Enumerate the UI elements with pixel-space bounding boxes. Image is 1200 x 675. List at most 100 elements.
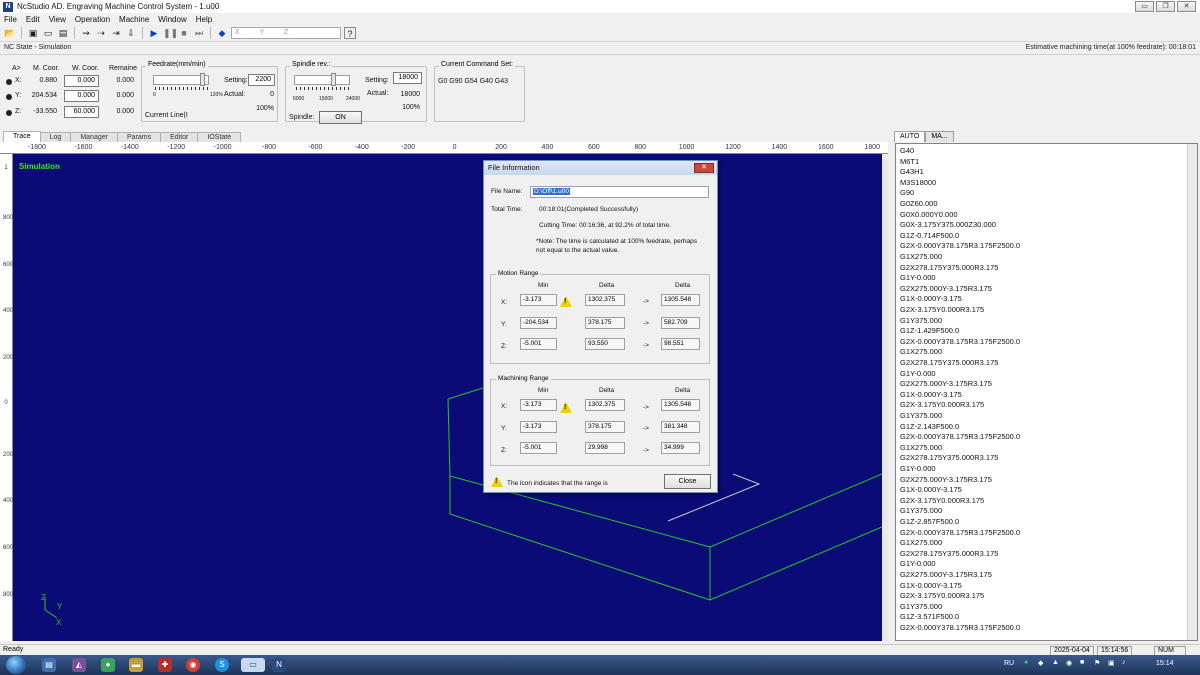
layout-icon[interactable]: ▤: [57, 27, 69, 39]
gcode-line[interactable]: G0X-3.175Y375.000Z30.000: [900, 220, 996, 229]
gcode-line[interactable]: G1X275.000: [900, 443, 942, 452]
gcode-line[interactable]: G0Z60.000: [900, 199, 938, 208]
simulate-icon[interactable]: ▣: [27, 27, 39, 39]
tab-trace[interactable]: Trace: [3, 131, 41, 142]
jog-icon[interactable]: ⇝: [80, 27, 92, 39]
gcode-line[interactable]: M6T1: [900, 157, 919, 166]
tray-icon-4[interactable]: ◉: [1066, 659, 1072, 667]
window-icon[interactable]: ▭: [42, 27, 54, 39]
gcode-line[interactable]: G2X-0.000Y378.175R3.175F2500.0: [900, 337, 1020, 346]
gcode-line[interactable]: G43H1: [900, 167, 924, 176]
y-work-coord[interactable]: 0.000: [64, 90, 99, 102]
gcode-line[interactable]: G1X-0.000Y-3.175: [900, 294, 962, 303]
start-icon[interactable]: ▶: [148, 27, 160, 39]
gcode-line[interactable]: M3S18000: [900, 178, 936, 187]
dialog-close-icon[interactable]: ✕: [694, 163, 714, 173]
gcode-list[interactable]: G40 M6T1 G43H1 M3S18000 G90 G0Z60.000 G0X0.000…: [895, 143, 1198, 641]
gcode-scrollbar[interactable]: [1187, 144, 1197, 640]
gcode-line[interactable]: G0X0.000Y0.000: [900, 210, 958, 219]
spindle-setting[interactable]: 18000: [393, 72, 422, 84]
gcode-line[interactable]: G1Y375.000: [900, 316, 942, 325]
menu-file[interactable]: File: [4, 15, 17, 24]
explorer-icon[interactable]: ▤: [42, 658, 56, 672]
open-folder-icon[interactable]: 📂: [4, 27, 16, 39]
gcode-line[interactable]: G2X275.000Y-3.175R3.175: [900, 284, 992, 293]
tab-manual[interactable]: MA...: [925, 131, 954, 142]
x-radio[interactable]: [6, 79, 12, 85]
gcode-line[interactable]: G1Z-1.429F500.0: [900, 326, 959, 335]
ncstudio-icon[interactable]: N: [272, 658, 286, 672]
gcode-line[interactable]: G1Y-0.000: [900, 559, 936, 568]
stop-icon[interactable]: ■: [178, 27, 190, 39]
step-icon[interactable]: ⏭: [193, 27, 205, 39]
home-icon[interactable]: ⇢: [95, 27, 107, 39]
app-icon-1[interactable]: ◭: [72, 658, 86, 672]
network-icon[interactable]: ▣: [1108, 659, 1115, 667]
menu-view[interactable]: View: [49, 15, 66, 24]
gcode-line[interactable]: G2X-3.175Y0.000R3.175: [900, 305, 984, 314]
gcode-line[interactable]: G1Y375.000: [900, 411, 942, 420]
gcode-line[interactable]: G1X275.000: [900, 538, 942, 547]
flag-icon[interactable]: ⚑: [1094, 659, 1100, 667]
tab-log[interactable]: Log: [39, 132, 72, 142]
volume-icon[interactable]: ♪: [1122, 659, 1126, 666]
gcode-line[interactable]: G1X-0.000Y-3.175: [900, 581, 962, 590]
feedrate-setting[interactable]: 2200: [248, 74, 275, 86]
gcode-line[interactable]: G1X-0.000Y-3.175: [900, 390, 962, 399]
z-radio[interactable]: [6, 110, 12, 116]
reset-icon[interactable]: ⇥: [110, 27, 122, 39]
gcode-line[interactable]: G2X-3.175Y0.000R3.175: [900, 591, 984, 600]
download-icon[interactable]: ⇩: [125, 27, 137, 39]
gcode-line[interactable]: G1Z-3.571F500.0: [900, 612, 959, 621]
gcode-line[interactable]: G2X-0.000Y378.175R3.175F2500.0: [900, 528, 1020, 537]
simulation-canvas[interactable]: Simulation Z Y X: [13, 154, 882, 641]
gcode-line[interactable]: G2X278.175Y375.000R3.175: [900, 263, 998, 272]
gcode-line[interactable]: G2X275.000Y-3.175R3.175: [900, 570, 992, 579]
gcode-line[interactable]: G1Z-0.714F500.0: [900, 231, 959, 240]
canvas-scrollbar[interactable]: [882, 154, 888, 641]
diamond-icon[interactable]: ◆: [216, 27, 228, 39]
chrome-icon[interactable]: ◉: [186, 658, 200, 672]
gcode-line[interactable]: G2X275.000Y-3.175R3.175: [900, 379, 992, 388]
gcode-line[interactable]: G1Y375.000: [900, 602, 942, 611]
axis-input[interactable]: X Y Z: [231, 27, 341, 39]
gcode-line[interactable]: G2X278.175Y375.000R3.175: [900, 358, 998, 367]
start-button[interactable]: [6, 656, 26, 674]
gcode-line[interactable]: G1Z-2.857F500.0: [900, 517, 959, 526]
spindle-slider[interactable]: [294, 75, 350, 85]
menu-machine[interactable]: Machine: [119, 15, 149, 24]
gcode-line[interactable]: G90: [900, 188, 914, 197]
gcode-line[interactable]: G2X-0.000Y378.175R3.175F2500.0: [900, 623, 1020, 632]
menu-operation[interactable]: Operation: [75, 15, 110, 24]
feedrate-slider-thumb[interactable]: [200, 73, 205, 86]
app-icon-2[interactable]: ●: [101, 658, 115, 672]
tab-manager[interactable]: Manager: [70, 132, 118, 142]
restore-button[interactable]: ❐: [1156, 1, 1175, 12]
gcode-line[interactable]: G1Y-0.000: [900, 369, 936, 378]
tab-editor[interactable]: Editor: [160, 132, 199, 142]
menu-window[interactable]: Window: [158, 15, 186, 24]
gcode-line[interactable]: G2X278.175Y375.000R3.175: [900, 453, 998, 462]
tab-iostate[interactable]: IOState: [197, 132, 242, 142]
y-radio[interactable]: [6, 94, 12, 100]
language-indicator[interactable]: RU: [1004, 660, 1014, 667]
close-button[interactable]: ✕: [1177, 1, 1196, 12]
z-work-coord[interactable]: 60.000: [64, 106, 99, 118]
gcode-line[interactable]: G1Y-0.000: [900, 273, 936, 282]
tray-icon-2[interactable]: ◆: [1038, 659, 1043, 667]
folder-icon[interactable]: ▬: [129, 658, 143, 672]
tray-icon-1[interactable]: ●: [1024, 659, 1028, 666]
minimize-button[interactable]: ▭: [1135, 1, 1154, 12]
x-work-coord[interactable]: 0.000: [64, 75, 99, 87]
pause-icon[interactable]: ❚❚: [163, 27, 178, 39]
help-icon[interactable]: ?: [344, 27, 356, 39]
tab-params[interactable]: Params: [116, 132, 162, 142]
gcode-line[interactable]: G2X-3.175Y0.000R3.175: [900, 496, 984, 505]
gcode-line[interactable]: G2X278.175Y375.000R3.175: [900, 549, 998, 558]
gcode-line[interactable]: G1X-0.000Y-3.175: [900, 485, 962, 494]
gcode-line[interactable]: G2X-0.000Y378.175R3.175F2500.0: [900, 241, 1020, 250]
gcode-line[interactable]: G1Y-0.000: [900, 464, 936, 473]
gcode-line[interactable]: G1X275.000: [900, 252, 942, 261]
file-name-field[interactable]: D:\Off\1.u00: [530, 186, 709, 198]
gcode-line[interactable]: G2X-3.175Y0.000R3.175: [900, 400, 984, 409]
